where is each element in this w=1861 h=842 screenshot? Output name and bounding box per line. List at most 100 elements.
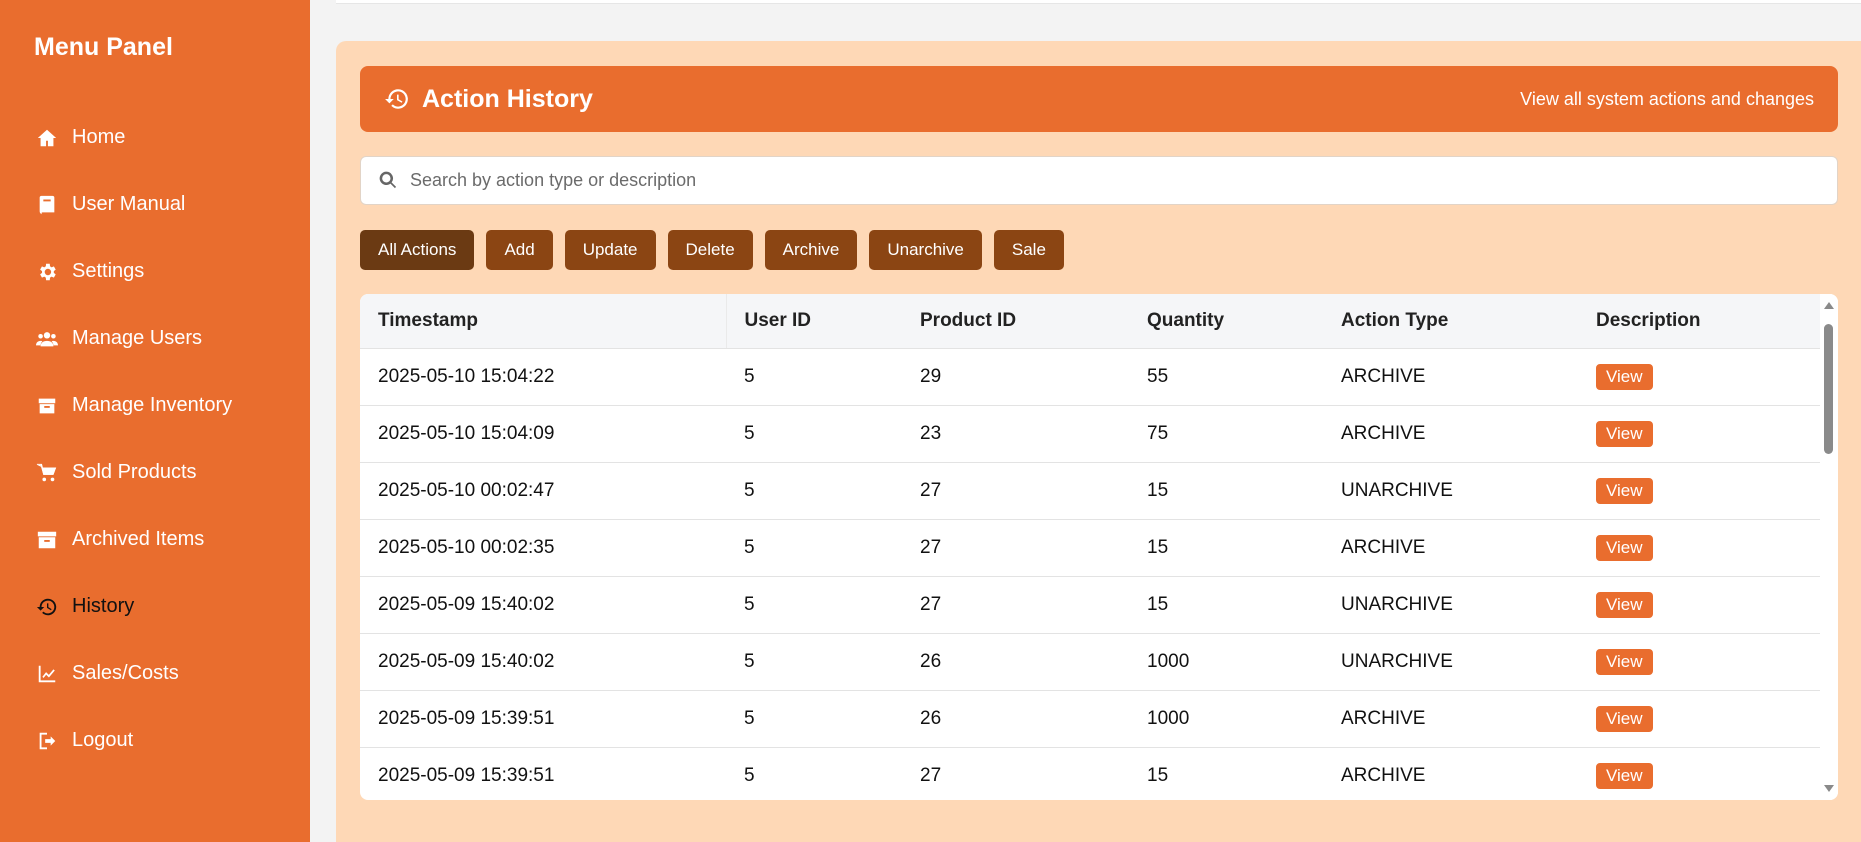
gear-icon bbox=[34, 259, 60, 285]
search-icon bbox=[378, 170, 400, 192]
cell-description: View bbox=[1578, 633, 1820, 690]
table-row: 2025-05-09 15:40:02 5 26 1000 UNARCHIVE … bbox=[360, 633, 1820, 690]
cell-timestamp: 2025-05-09 15:40:02 bbox=[378, 593, 555, 615]
view-description-button[interactable]: View bbox=[1596, 363, 1653, 390]
sidebar-item-label: History bbox=[72, 595, 135, 617]
search-box bbox=[360, 156, 1838, 205]
cell-timestamp: 2025-05-09 15:40:02 bbox=[378, 650, 555, 672]
cell-product-id: 26 bbox=[920, 707, 942, 729]
sidebar-item-label: User Manual bbox=[72, 193, 186, 215]
cell-product-id: 27 bbox=[920, 536, 942, 558]
history-icon bbox=[384, 85, 412, 113]
view-description-button[interactable]: View bbox=[1596, 591, 1653, 618]
search-input[interactable] bbox=[410, 170, 1837, 191]
cell-product-id: 27 bbox=[920, 593, 942, 615]
view-description-button[interactable]: View bbox=[1596, 477, 1653, 504]
page-subtitle: View all system actions and changes bbox=[1520, 88, 1814, 109]
column-header-action-type[interactable]: Action Type bbox=[1323, 294, 1578, 349]
filter-update-button[interactable]: Update bbox=[564, 230, 656, 270]
users-icon bbox=[34, 326, 60, 352]
cell-action-type: UNARCHIVE bbox=[1341, 593, 1453, 615]
cell-action-type: ARCHIVE bbox=[1341, 764, 1426, 786]
sidebar-item-label: Home bbox=[72, 126, 126, 148]
cell-action-type: UNARCHIVE bbox=[1341, 650, 1453, 672]
cell-user-id: 5 bbox=[744, 764, 755, 786]
column-header-timestamp[interactable]: Timestamp bbox=[360, 294, 727, 349]
cell-user-id: 5 bbox=[744, 422, 755, 444]
cell-description: View bbox=[1578, 462, 1820, 519]
cell-user-id: 5 bbox=[744, 365, 755, 387]
history-icon bbox=[34, 594, 60, 620]
view-description-button[interactable]: View bbox=[1596, 420, 1653, 447]
table-row: 2025-05-09 15:39:51 5 26 1000 ARCHIVE Vi… bbox=[360, 690, 1820, 747]
filter-all-actions-button[interactable]: All Actions bbox=[360, 230, 475, 270]
sidebar-item-sales-costs[interactable]: Sales/Costs bbox=[0, 640, 310, 707]
filter-add-button[interactable]: Add bbox=[486, 230, 553, 270]
column-header-description[interactable]: Description bbox=[1578, 294, 1820, 349]
table-row: 2025-05-09 15:39:51 5 27 15 ARCHIVE View bbox=[360, 747, 1820, 800]
sidebar-item-label: Archived Items bbox=[72, 528, 205, 550]
home-icon bbox=[34, 125, 60, 151]
cell-quantity: 1000 bbox=[1147, 650, 1190, 672]
filter-sale-button[interactable]: Sale bbox=[993, 230, 1064, 270]
history-table-container: Timestamp User ID Product ID Quantity Ac… bbox=[360, 294, 1838, 800]
sidebar-item-logout[interactable]: Logout bbox=[0, 707, 310, 774]
cell-description: View bbox=[1578, 519, 1820, 576]
sidebar-item-history[interactable]: History bbox=[0, 573, 310, 640]
filter-delete-button[interactable]: Delete bbox=[667, 230, 753, 270]
filter-bar: All Actions Add Update Delete Archive Un… bbox=[360, 230, 1064, 270]
cell-timestamp: 2025-05-10 00:02:35 bbox=[378, 536, 555, 558]
cell-timestamp: 2025-05-09 15:39:51 bbox=[378, 707, 555, 729]
cell-user-id: 5 bbox=[744, 479, 755, 501]
sidebar-item-manage-users[interactable]: Manage Users bbox=[0, 305, 310, 372]
cell-product-id: 29 bbox=[920, 365, 942, 387]
sidebar-item-label: Logout bbox=[72, 729, 134, 751]
cell-quantity: 1000 bbox=[1147, 707, 1190, 729]
cell-timestamp: 2025-05-10 15:04:09 bbox=[378, 422, 555, 444]
chart-line-icon bbox=[34, 661, 60, 687]
cell-timestamp: 2025-05-10 00:02:47 bbox=[378, 479, 555, 501]
logout-icon bbox=[34, 728, 60, 754]
page-header: Action History View all system actions a… bbox=[360, 66, 1838, 132]
scroll-down-arrow-icon[interactable] bbox=[1824, 785, 1834, 792]
filter-unarchive-button[interactable]: Unarchive bbox=[869, 230, 982, 270]
scroll-up-arrow-icon[interactable] bbox=[1824, 302, 1834, 309]
column-header-quantity[interactable]: Quantity bbox=[1129, 294, 1323, 349]
sidebar-title: Menu Panel bbox=[34, 33, 173, 61]
scroll-thumb[interactable] bbox=[1824, 324, 1833, 454]
view-description-button[interactable]: View bbox=[1596, 705, 1653, 732]
view-description-button[interactable]: View bbox=[1596, 762, 1653, 789]
cell-action-type: ARCHIVE bbox=[1341, 422, 1426, 444]
sidebar-item-manage-inventory[interactable]: Manage Inventory bbox=[0, 372, 310, 439]
cell-quantity: 15 bbox=[1147, 764, 1169, 786]
cell-quantity: 15 bbox=[1147, 536, 1169, 558]
column-header-product-id[interactable]: Product ID bbox=[902, 294, 1129, 349]
sidebar-item-label: Sales/Costs bbox=[72, 662, 179, 684]
view-description-button[interactable]: View bbox=[1596, 534, 1653, 561]
cell-quantity: 15 bbox=[1147, 593, 1169, 615]
cell-action-type: UNARCHIVE bbox=[1341, 479, 1453, 501]
cell-timestamp: 2025-05-10 15:04:22 bbox=[378, 365, 555, 387]
sidebar-item-user-manual[interactable]: User Manual bbox=[0, 171, 310, 238]
sidebar: Menu Panel Home User Manual Settings Man… bbox=[0, 0, 310, 842]
sidebar-item-settings[interactable]: Settings bbox=[0, 238, 310, 305]
sidebar-item-archived-items[interactable]: Archived Items bbox=[0, 506, 310, 573]
cell-user-id: 5 bbox=[744, 536, 755, 558]
table-scrollbar[interactable] bbox=[1820, 294, 1838, 800]
cell-action-type: ARCHIVE bbox=[1341, 707, 1426, 729]
filter-archive-button[interactable]: Archive bbox=[764, 230, 858, 270]
cell-quantity: 75 bbox=[1147, 422, 1169, 444]
sidebar-item-sold-products[interactable]: Sold Products bbox=[0, 439, 310, 506]
cell-action-type: ARCHIVE bbox=[1341, 365, 1426, 387]
history-table: Timestamp User ID Product ID Quantity Ac… bbox=[360, 294, 1820, 800]
table-row: 2025-05-10 00:02:35 5 27 15 ARCHIVE View bbox=[360, 519, 1820, 576]
sidebar-item-home[interactable]: Home bbox=[0, 104, 310, 171]
table-row: 2025-05-10 00:02:47 5 27 15 UNARCHIVE Vi… bbox=[360, 462, 1820, 519]
cell-action-type: ARCHIVE bbox=[1341, 536, 1426, 558]
column-header-user-id[interactable]: User ID bbox=[726, 294, 902, 349]
archive-icon bbox=[34, 527, 60, 553]
table-row: 2025-05-10 15:04:09 5 23 75 ARCHIVE View bbox=[360, 405, 1820, 462]
cell-user-id: 5 bbox=[744, 593, 755, 615]
cell-product-id: 27 bbox=[920, 479, 942, 501]
view-description-button[interactable]: View bbox=[1596, 648, 1653, 675]
